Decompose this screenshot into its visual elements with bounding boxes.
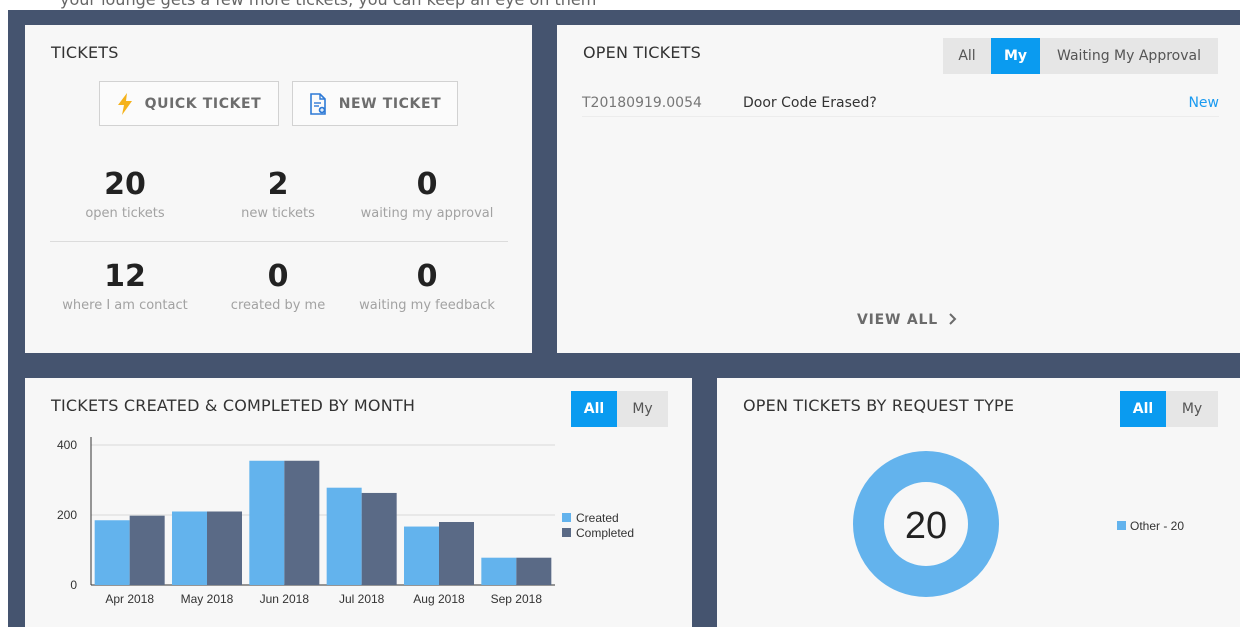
quick-ticket-button[interactable]: QUICK TICKET (99, 81, 279, 126)
legend-label: Created (576, 511, 619, 525)
ticket-status: New (1188, 95, 1219, 111)
monthly-chart-panel: TICKETS CREATED & COMPLETED BY MONTH All… (25, 378, 692, 627)
donut-center-value: 20 (905, 505, 947, 547)
stat-value: 20 (104, 167, 146, 202)
new-ticket-label: NEW TICKET (338, 95, 442, 112)
legend-swatch (562, 528, 571, 537)
filter-my-button[interactable]: My (991, 38, 1040, 74)
stat-label: new tickets (241, 206, 315, 221)
stats-divider (50, 241, 508, 242)
bar-completed (439, 522, 474, 585)
y-tick-label: 200 (57, 508, 77, 522)
legend-swatch (562, 513, 571, 522)
view-all-label: VIEW ALL (857, 312, 939, 328)
stat-open-tickets[interactable]: 20 open tickets (40, 167, 210, 222)
x-tick-label: Sep 2018 (491, 592, 543, 606)
stat-where-contact[interactable]: 12 where I am contact (40, 259, 210, 314)
x-tick-label: Jun 2018 (260, 592, 310, 606)
chevron-right-icon (948, 313, 957, 325)
open-tickets-panel: OPEN TICKETS All My Waiting My Approval … (557, 25, 1240, 353)
stat-waiting-approval[interactable]: 0 waiting my approval (342, 167, 512, 222)
stat-label: open tickets (85, 206, 165, 221)
request-type-panel: OPEN TICKETS BY REQUEST TYPE All My 20 Ot… (717, 378, 1240, 627)
legend-label: Completed (576, 526, 634, 540)
stat-label: waiting my approval (360, 206, 494, 221)
bar-created (94, 520, 130, 585)
stat-value: 12 (104, 259, 146, 294)
view-all-link[interactable]: VIEW ALL (857, 312, 958, 328)
stat-value: 2 (267, 167, 289, 202)
stat-waiting-feedback[interactable]: 0 waiting my feedback (342, 259, 512, 314)
bar-completed (516, 557, 552, 585)
legend-swatch (1117, 521, 1126, 530)
ticket-id[interactable]: T20180919.0054 (582, 95, 702, 111)
lightning-bolt-icon (117, 92, 132, 115)
x-tick-label: May 2018 (181, 592, 234, 606)
quick-ticket-label: QUICK TICKET (144, 95, 262, 112)
x-tick-label: Jul 2018 (339, 592, 385, 606)
stat-label: where I am contact (62, 298, 188, 313)
table-row[interactable]: T20180919.0054 Door Code Erased? New (582, 93, 1219, 117)
bar-completed (284, 460, 320, 585)
bar-created (481, 557, 517, 585)
bar-created (326, 487, 362, 585)
bar-created (404, 526, 439, 585)
bar-created (172, 511, 207, 585)
y-tick-label: 400 (57, 438, 77, 452)
stat-label: waiting my feedback (359, 298, 495, 313)
x-tick-label: Apr 2018 (105, 592, 154, 606)
stat-new-tickets[interactable]: 2 new tickets (193, 167, 363, 222)
stat-value: 0 (267, 259, 289, 294)
bar-completed (361, 492, 397, 585)
x-tick-label: Aug 2018 (413, 592, 465, 606)
stat-value: 0 (416, 167, 438, 202)
open-tickets-filter-group: All My Waiting My Approval (943, 38, 1218, 74)
ticket-subject[interactable]: Door Code Erased? (743, 95, 877, 111)
bar-completed (207, 511, 242, 585)
monthly-bar-chart: 0 200 400 Apr 2018 May 2018 Jun 2018 Jul 2018 A… (57, 437, 634, 606)
request-type-donut-chart: 20 Other - 20 (853, 451, 1184, 597)
stat-created-by-me[interactable]: 0 created by me (193, 259, 363, 314)
y-tick-label: 0 (70, 578, 77, 592)
stat-label: created by me (230, 298, 326, 313)
legend-label: Other - 20 (1130, 519, 1184, 533)
filter-waiting-approval-button[interactable]: Waiting My Approval (1040, 38, 1218, 74)
top-caption-strip: your lounge gets a few more tickets, you… (0, 0, 1248, 10)
new-document-icon (309, 92, 326, 115)
top-caption: your lounge gets a few more tickets, you… (60, 0, 596, 9)
tickets-title: TICKETS (51, 43, 119, 62)
bar-created (249, 460, 285, 585)
new-ticket-button[interactable]: NEW TICKET (292, 81, 458, 126)
bar-completed (129, 515, 165, 585)
stat-value: 0 (416, 259, 438, 294)
filter-all-button[interactable]: All (943, 38, 991, 74)
open-tickets-title: OPEN TICKETS (583, 43, 702, 62)
tickets-panel: TICKETS QUICK TICKET NEW TICKET 20 open … (25, 25, 532, 353)
